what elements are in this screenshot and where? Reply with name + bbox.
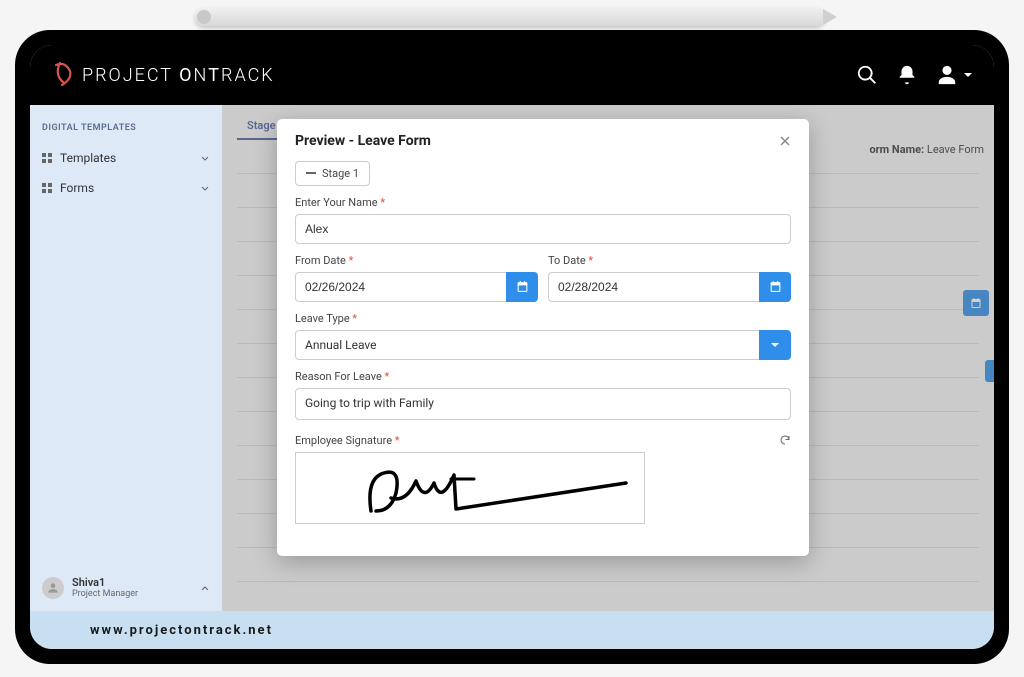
chevron-down-icon bbox=[962, 69, 974, 81]
stage-tab-label: Stage 1 bbox=[322, 167, 359, 180]
from-date-input[interactable] bbox=[295, 272, 506, 302]
chevron-down-icon bbox=[200, 183, 210, 193]
tablet-screen: PROJECT ONTRACK DIGITAL TEMPLATES bbox=[30, 45, 994, 649]
content-area: Stage 1 orm Name: Leave Form bbox=[222, 105, 994, 611]
chevron-down-icon bbox=[769, 339, 781, 351]
sidebar-item-forms[interactable]: Forms bbox=[30, 173, 222, 203]
avatar bbox=[42, 577, 64, 599]
sidebar-item-label: Templates bbox=[60, 151, 116, 165]
user-icon bbox=[936, 64, 958, 86]
signature-label: Employee Signature * bbox=[295, 434, 400, 447]
name-input[interactable] bbox=[295, 214, 791, 244]
chevron-up-icon bbox=[200, 583, 210, 593]
user-role: Project Manager bbox=[72, 589, 138, 599]
signature-field: Employee Signature * bbox=[295, 434, 791, 524]
sidebar-item-templates[interactable]: Templates bbox=[30, 143, 222, 173]
calendar-icon bbox=[769, 280, 782, 293]
to-date-label: To Date * bbox=[548, 254, 791, 267]
from-date-picker-button[interactable] bbox=[506, 272, 538, 302]
grid-icon bbox=[42, 183, 52, 193]
leave-type-dropdown-button[interactable] bbox=[759, 330, 791, 360]
signature-drawing bbox=[296, 453, 646, 525]
leave-type-label: Leave Type * bbox=[295, 312, 791, 325]
minus-icon bbox=[306, 172, 316, 174]
stage-tab[interactable]: Stage 1 bbox=[295, 161, 370, 186]
to-date-picker-button[interactable] bbox=[759, 272, 791, 302]
grid-icon bbox=[42, 153, 52, 163]
chevron-down-icon bbox=[200, 153, 210, 163]
close-icon[interactable] bbox=[779, 135, 791, 147]
modal-header: Preview - Leave Form bbox=[277, 119, 809, 159]
from-date-label: From Date * bbox=[295, 254, 538, 267]
modal-title: Preview - Leave Form bbox=[295, 133, 431, 149]
leave-type-select[interactable]: Annual Leave bbox=[295, 330, 759, 360]
sidebar-item-label: Forms bbox=[60, 181, 94, 195]
header-actions bbox=[856, 64, 974, 86]
calendar-icon bbox=[516, 280, 529, 293]
sidebar-user[interactable]: Shiva1 Project Manager bbox=[30, 564, 222, 611]
signature-pad[interactable] bbox=[295, 452, 645, 524]
refresh-icon[interactable] bbox=[779, 434, 791, 446]
tablet-frame: PROJECT ONTRACK DIGITAL TEMPLATES bbox=[15, 30, 1009, 664]
leave-type-field: Leave Type * Annual Leave bbox=[295, 312, 791, 360]
logo-text: PROJECT ONTRACK bbox=[82, 65, 275, 86]
app-header: PROJECT ONTRACK bbox=[30, 45, 994, 105]
modal-body: Stage 1 Enter Your Name * From Date * bbox=[277, 159, 809, 556]
user-menu[interactable] bbox=[936, 64, 974, 86]
to-date-input[interactable] bbox=[548, 272, 759, 302]
name-label: Enter Your Name * bbox=[295, 196, 791, 209]
stylus-pen bbox=[195, 8, 825, 26]
sidebar-section-title: DIGITAL TEMPLATES bbox=[30, 113, 222, 143]
app-body: DIGITAL TEMPLATES Templates Forms bbox=[30, 105, 994, 611]
brand-logo[interactable]: PROJECT ONTRACK bbox=[50, 61, 275, 89]
logo-icon bbox=[50, 61, 74, 89]
reason-field: Reason For Leave * bbox=[295, 370, 791, 424]
search-icon[interactable] bbox=[856, 64, 878, 86]
reason-label: Reason For Leave * bbox=[295, 370, 791, 383]
footer-url: www.projectontrack.net bbox=[90, 623, 273, 638]
name-field: Enter Your Name * bbox=[295, 196, 791, 244]
avatar-icon bbox=[46, 581, 60, 595]
bell-icon[interactable] bbox=[896, 64, 918, 86]
preview-modal: Preview - Leave Form Stage 1 Enter Your … bbox=[277, 119, 809, 556]
footer-bar: www.projectontrack.net bbox=[30, 611, 994, 649]
to-date-field: To Date * bbox=[548, 254, 791, 302]
sidebar: DIGITAL TEMPLATES Templates Forms bbox=[30, 105, 222, 611]
user-name: Shiva1 bbox=[72, 576, 138, 589]
from-date-field: From Date * bbox=[295, 254, 538, 302]
reason-textarea[interactable] bbox=[295, 388, 791, 420]
